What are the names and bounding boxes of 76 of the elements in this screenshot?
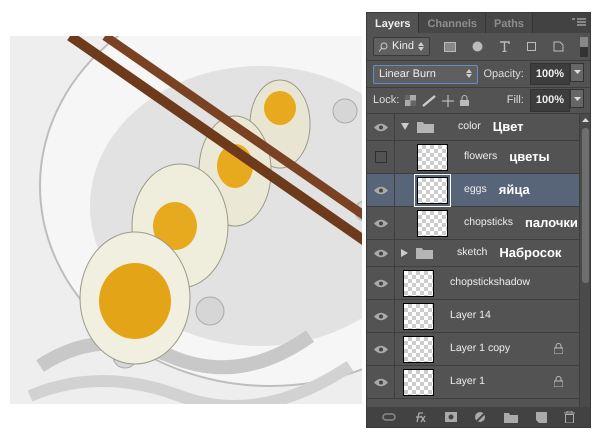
layer-name: Layer 1	[450, 374, 486, 390]
eye-icon[interactable]	[374, 278, 388, 288]
filter-dropdown[interactable]: Kind	[373, 37, 430, 56]
panel-tab[interactable]: Layers	[367, 13, 420, 33]
layer-name: Layer 14	[450, 308, 491, 324]
layer-thumbnail	[403, 270, 434, 296]
effects-icon[interactable]	[413, 411, 428, 423]
folder-icon	[416, 246, 433, 259]
scrollbar[interactable]	[579, 114, 590, 407]
scroll-up-icon[interactable]	[582, 118, 588, 122]
filter-toggle-icon[interactable]	[580, 36, 588, 56]
layer-group-row[interactable]: color Цвет	[367, 114, 579, 141]
blend-mode-dropdown[interactable]: Linear Burn	[373, 64, 478, 84]
annotation-label: Цвет	[492, 118, 524, 136]
layer-name: chopstickshadow	[450, 275, 530, 290]
trash-icon[interactable]	[564, 411, 576, 423]
move-icon[interactable]	[442, 94, 454, 106]
layer-row[interactable]: chopsticks палочки	[367, 207, 579, 240]
shape-filter-icon[interactable]	[526, 41, 538, 52]
fill-label: Fill:	[506, 93, 524, 108]
eye-icon[interactable]	[374, 122, 388, 132]
opacity-field[interactable]: 100%	[530, 62, 570, 86]
image-filter-icon[interactable]	[444, 42, 456, 52]
smart-object-filter-icon[interactable]	[553, 41, 564, 52]
eye-icon[interactable]	[374, 344, 388, 354]
folder-icon	[417, 120, 434, 133]
layer-row[interactable]: Layer 1	[367, 366, 579, 399]
expand-triangle-icon[interactable]	[401, 123, 409, 130]
adjustment-icon[interactable]	[474, 411, 486, 423]
layer-name: color	[458, 119, 481, 134]
layer-row[interactable]: eggs яйца	[367, 174, 579, 207]
type-filter-icon[interactable]	[499, 41, 510, 52]
stepper-arrows-icon	[466, 69, 472, 78]
annotation-label: яйца	[498, 181, 530, 200]
layer-name: eggs	[464, 182, 487, 198]
fill-dropdown-button[interactable]	[570, 89, 584, 108]
opacity-label: Opacity:	[484, 66, 524, 82]
lock-transparency-icon[interactable]	[405, 95, 416, 106]
layer-name: Layer 1 copy	[450, 341, 510, 356]
layer-row[interactable]: Layer 1 copy	[367, 333, 579, 366]
lock-label: Lock:	[373, 93, 400, 108]
new-layer-icon[interactable]	[536, 412, 547, 422]
layer-name: flowers	[464, 149, 498, 164]
annotation-label: Набросок	[499, 244, 562, 262]
layer-thumbnail	[417, 210, 448, 236]
mask-icon[interactable]	[444, 412, 457, 422]
layer-thumbnail	[417, 144, 448, 170]
eye-icon[interactable]	[374, 218, 388, 228]
annotation-label: цветы	[509, 148, 550, 166]
layer-name: chopsticks	[464, 215, 514, 230]
layer-group-row[interactable]: sketch Набросок	[367, 240, 579, 267]
layer-name: sketch	[457, 245, 488, 260]
annotation-label: палочки	[525, 214, 578, 232]
link-icon[interactable]	[382, 413, 396, 421]
layer-row[interactable]: Layer 14	[367, 300, 579, 333]
stepper-arrows-icon	[418, 42, 424, 51]
eye-icon[interactable]	[374, 312, 388, 320]
folder-icon[interactable]	[504, 412, 518, 422]
opacity-dropdown-button[interactable]	[570, 62, 584, 82]
layer-row[interactable]: chopstickshadow	[367, 267, 579, 300]
layer-thumbnail	[403, 302, 434, 330]
eye-icon[interactable]	[374, 248, 388, 258]
collapse-triangle-icon[interactable]	[401, 248, 408, 257]
search-icon	[379, 42, 388, 52]
brush-icon[interactable]	[422, 94, 436, 106]
eye-icon[interactable]	[374, 378, 388, 386]
layer-thumbnail	[403, 368, 434, 396]
eye-icon[interactable]	[374, 186, 388, 194]
panel-menu-icon[interactable]	[572, 18, 586, 28]
caret-icon	[574, 70, 580, 74]
circle-filter-icon[interactable]	[472, 41, 484, 52]
fill-field[interactable]: 100%	[530, 89, 570, 112]
lock-icon[interactable]	[460, 95, 470, 106]
layer-thumbnail	[403, 336, 434, 362]
visibility-checkbox[interactable]	[374, 151, 386, 163]
caret-icon	[574, 96, 580, 101]
